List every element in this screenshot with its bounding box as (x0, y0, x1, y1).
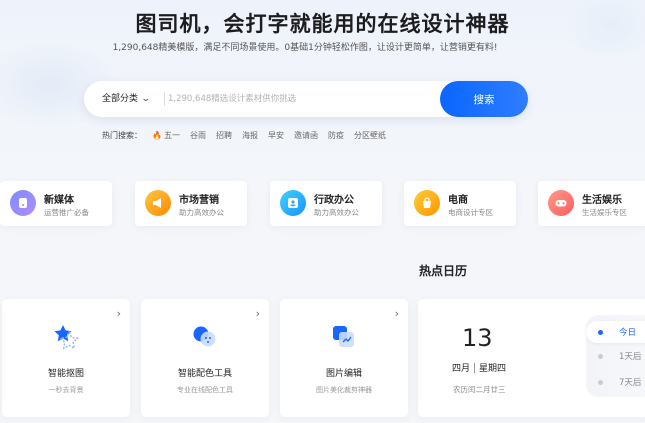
category-card-ecommerce[interactable]: 电商 电商设计专区 (404, 181, 516, 226)
shopping-bag-icon (414, 190, 440, 216)
hot-search-item[interactable]: 防疫 (328, 130, 344, 141)
chevron-right-icon[interactable]: › (395, 307, 399, 320)
hot-search-item[interactable]: 🔥 五一 (152, 130, 180, 141)
hot-search-item[interactable]: 海报 (242, 130, 258, 141)
category-subtitle: 助力高效办公 (314, 208, 359, 217)
calendar-tab-today[interactable]: 今日 (586, 321, 645, 343)
tool-card-smart-cutout[interactable]: › 智能抠图 一秒去背景 (2, 299, 130, 417)
calendar-date-line: 四月 星期四 (452, 361, 506, 374)
chevron-right-icon[interactable]: › (256, 307, 260, 320)
gamepad-icon (548, 190, 574, 216)
category-title: 市场营销 (179, 195, 219, 206)
chevron-right-icon[interactable]: › (117, 307, 121, 320)
hot-search-label: 热门搜索： (102, 131, 142, 140)
calendar-weekday: 星期四 (479, 364, 507, 374)
tool-title: 智能配色工具 (177, 369, 232, 379)
divider (474, 362, 476, 373)
category-subtitle: 电商设计专区 (448, 208, 493, 217)
tool-card-smart-color[interactable]: › 智能配色工具 专业在线配色工具 (141, 299, 269, 417)
new-media-icon (10, 190, 36, 216)
palette-icon (193, 326, 216, 347)
hot-search-item[interactable]: 谷雨 (190, 130, 206, 141)
flame-icon: 🔥 (152, 131, 162, 140)
star-cutout-icon (54, 325, 80, 350)
tool-subtitle: 一秒去背景 (48, 386, 84, 394)
category-title: 生活娱乐 (582, 195, 622, 206)
category-title: 电商 (448, 195, 468, 206)
category-title: 新媒体 (44, 195, 74, 206)
calendar-lunar-date: 农历闰二月廿三 (453, 385, 506, 394)
category-select[interactable]: 全部分类 ⌄ (102, 81, 151, 117)
category-subtitle: 生活娱乐专区 (582, 208, 627, 217)
chevron-down-icon: ⌄ (140, 94, 151, 104)
hero-subtitle: 1,290,648精美模版，满足不同场景使用。0基础1分钟轻松作图，让设计更简单… (112, 43, 498, 53)
category-card-lifestyle[interactable]: 生活娱乐 生活娱乐专区 (538, 181, 645, 226)
tool-subtitle: 图片美化裁剪神器 (316, 386, 372, 394)
category-card-marketing[interactable]: 市场营销 助力高效办公 (135, 181, 247, 226)
section-title-hot-calendar: 热点日历 (419, 264, 468, 278)
category-subtitle: 运营推广必备 (44, 208, 89, 217)
hot-search-row: 热门搜索： 🔥 五一 谷雨 招聘 海报 早安 邀请函 防疫 分区壁纸 (102, 130, 386, 141)
divider (164, 92, 165, 106)
calendar-month: 四月 (452, 364, 471, 374)
hot-calendar-card: 13 四月 星期四 农历闰二月廿三 今日 1天后 7天后 (418, 299, 645, 417)
category-title: 行政办公 (314, 195, 354, 206)
hot-search-item[interactable]: 分区壁纸 (354, 130, 386, 141)
hero-title: 图司机，会打字就能用的在线设计神器 (135, 12, 510, 36)
hot-search-item[interactable]: 招聘 (216, 130, 232, 141)
id-card-icon (280, 190, 306, 216)
hot-search-item[interactable]: 早安 (268, 130, 284, 141)
category-subtitle: 助力高效办公 (179, 208, 224, 217)
calendar-day-tabs: 今日 1天后 7天后 (586, 315, 645, 397)
hot-search-item[interactable]: 邀请函 (294, 130, 318, 141)
dot-icon (598, 329, 603, 335)
search-button[interactable]: 搜索 (440, 81, 528, 117)
megaphone-icon (145, 190, 171, 216)
search-input[interactable] (168, 89, 433, 109)
category-card-new-media[interactable]: 新媒体 运营推广必备 (0, 181, 112, 226)
tool-card-image-edit[interactable]: › 图片编辑 图片美化裁剪神器 (280, 299, 408, 417)
dot-icon (598, 379, 603, 385)
tool-title: 智能抠图 (47, 369, 84, 379)
tool-subtitle: 专业在线配色工具 (177, 386, 233, 394)
calendar-tab-1-day[interactable]: 1天后 (586, 345, 645, 367)
dot-icon (598, 353, 603, 359)
calendar-day-number: 13 (462, 324, 493, 352)
category-select-label: 全部分类 (102, 94, 139, 104)
category-card-office[interactable]: 行政办公 助力高效办公 (270, 181, 382, 226)
image-edit-icon (333, 326, 354, 347)
calendar-tab-7-days[interactable]: 7天后 (586, 371, 645, 393)
search-bar: 全部分类 ⌄ 搜索 (84, 81, 528, 117)
tool-title: 图片编辑 (325, 369, 362, 379)
